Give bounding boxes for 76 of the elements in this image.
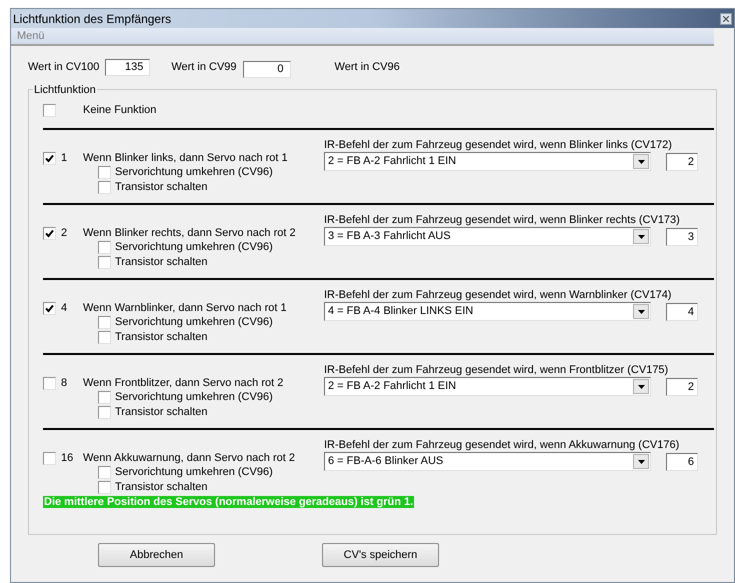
dropdown-arrow-button[interactable]	[633, 454, 649, 469]
checkbox[interactable]	[43, 104, 56, 116]
check-icon	[45, 228, 54, 238]
checkbox[interactable]	[98, 181, 111, 194]
checkbox[interactable]	[98, 481, 111, 494]
checkbox[interactable]	[43, 452, 56, 464]
ir-command-label: IR-Befehl der zum Fahrzeug gesendet wird, wenn Frontblitzer (CV175)	[324, 363, 670, 376]
caret-icon	[638, 160, 644, 164]
field-label: Wert in CV100	[28, 60, 100, 75]
function-label: Wenn Blinker links, dann Servo nach rot 1	[83, 150, 288, 166]
command-dropdown[interactable]: 4 = FB A-4 Blinker LINKS EIN	[324, 302, 651, 321]
caret-icon	[638, 460, 644, 464]
ir-command-label: IR-Befehl der zum Fahrzeug gesendet wird, wenn Akkuwarnung (CV176)	[324, 438, 680, 451]
close-icon	[723, 16, 729, 22]
ir-command-label: IR-Befehl der zum Fahrzeug gesendet wird, wenn Blinker rechts (CV173)	[324, 213, 681, 226]
option-label: Servorichtung umkehren (CV96)	[115, 165, 273, 180]
function-number: 16	[61, 450, 74, 466]
field-label: Wert in CV96	[334, 60, 400, 75]
value-field[interactable]: 6	[666, 452, 698, 470]
checkbox[interactable]	[43, 376, 56, 390]
checkbox[interactable]	[98, 391, 111, 404]
checkbox[interactable]	[98, 256, 111, 269]
check-icon	[45, 154, 54, 162]
function-label: Wenn Warnblinker, dann Servo nach rot 1	[83, 300, 287, 316]
option-label: Transistor schalten	[115, 330, 208, 346]
checkbox[interactable]	[98, 166, 111, 179]
option-label: Servorichtung umkehren (CV96)	[115, 390, 273, 406]
option-label: Keine Funktion	[83, 102, 156, 118]
checkbox[interactable]	[98, 241, 111, 254]
function-label: Wenn Akkuwarnung, dann Servo nach rot 2	[83, 450, 295, 466]
checkbox[interactable]	[98, 316, 111, 329]
function-label: Wenn Blinker rechts, dann Servo nach rot 2	[83, 226, 296, 241]
value-field[interactable]: 135	[105, 58, 150, 76]
checkbox[interactable]	[98, 466, 111, 479]
value-field[interactable]: 2	[666, 152, 698, 170]
dialog-button[interactable]: CV's speichern	[322, 543, 439, 567]
caret-icon	[638, 310, 644, 314]
dropdown-arrow-button[interactable]	[633, 304, 649, 319]
option-label: Transistor schalten	[115, 180, 208, 196]
hint-text: Die mittlere Position des Servos (normalerweise geradeaus) ist grün 1.	[43, 496, 414, 508]
caret-icon	[638, 384, 644, 388]
option-label: Transistor schalten	[115, 255, 208, 270]
dropdown-arrow-button[interactable]	[633, 379, 649, 394]
ir-command-label: IR-Befehl der zum Fahrzeug gesendet wird, wenn Blinker links (CV172)	[324, 138, 673, 151]
value-field[interactable]: 4	[666, 302, 698, 320]
checkbox[interactable]	[98, 406, 111, 419]
ir-command-label: IR-Befehl der zum Fahrzeug gesendet wird, wenn Warnblinker (CV174)	[324, 288, 672, 301]
option-label: Transistor schalten	[115, 405, 208, 420]
dropdown-arrow-button[interactable]	[633, 154, 649, 169]
option-label: Transistor schalten	[115, 480, 208, 496]
check-icon	[45, 304, 54, 312]
function-number: 1	[61, 150, 68, 166]
option-label: Servorichtung umkehren (CV96)	[115, 240, 273, 256]
close-button[interactable]	[720, 12, 732, 24]
command-dropdown[interactable]: 3 = FB A-3 Fahrlicht AUS	[324, 227, 651, 246]
function-number: 8	[61, 376, 68, 391]
function-number: 2	[61, 226, 68, 241]
value-field[interactable]: 2	[666, 378, 698, 396]
command-dropdown[interactable]: 6 = FB-A-6 Blinker AUS	[324, 452, 651, 471]
command-dropdown[interactable]: 2 = FB A-2 Fahrlicht 1 EIN	[324, 377, 651, 396]
caret-icon	[638, 234, 644, 238]
function-number: 4	[61, 300, 68, 316]
value-field[interactable]: 3	[666, 228, 698, 246]
field-label: Wert in CV99	[171, 60, 237, 75]
value-field[interactable]: 0	[242, 60, 291, 78]
dropdown-arrow-button[interactable]	[633, 229, 649, 244]
checkbox[interactable]	[43, 152, 56, 164]
command-dropdown[interactable]: 2 = FB A-2 Fahrlicht 1 EIN	[324, 152, 651, 171]
checkbox[interactable]	[98, 331, 111, 344]
checkbox[interactable]	[43, 302, 56, 314]
option-label: Servorichtung umkehren (CV96)	[115, 465, 273, 480]
function-label: Wenn Frontblitzer, dann Servo nach rot 2	[83, 376, 284, 391]
option-label: Servorichtung umkehren (CV96)	[115, 315, 273, 330]
window-title: Lichtfunktion des Empfängers	[13, 10, 172, 28]
checkbox[interactable]	[43, 226, 56, 240]
dialog-button[interactable]: Abbrechen	[98, 543, 215, 567]
